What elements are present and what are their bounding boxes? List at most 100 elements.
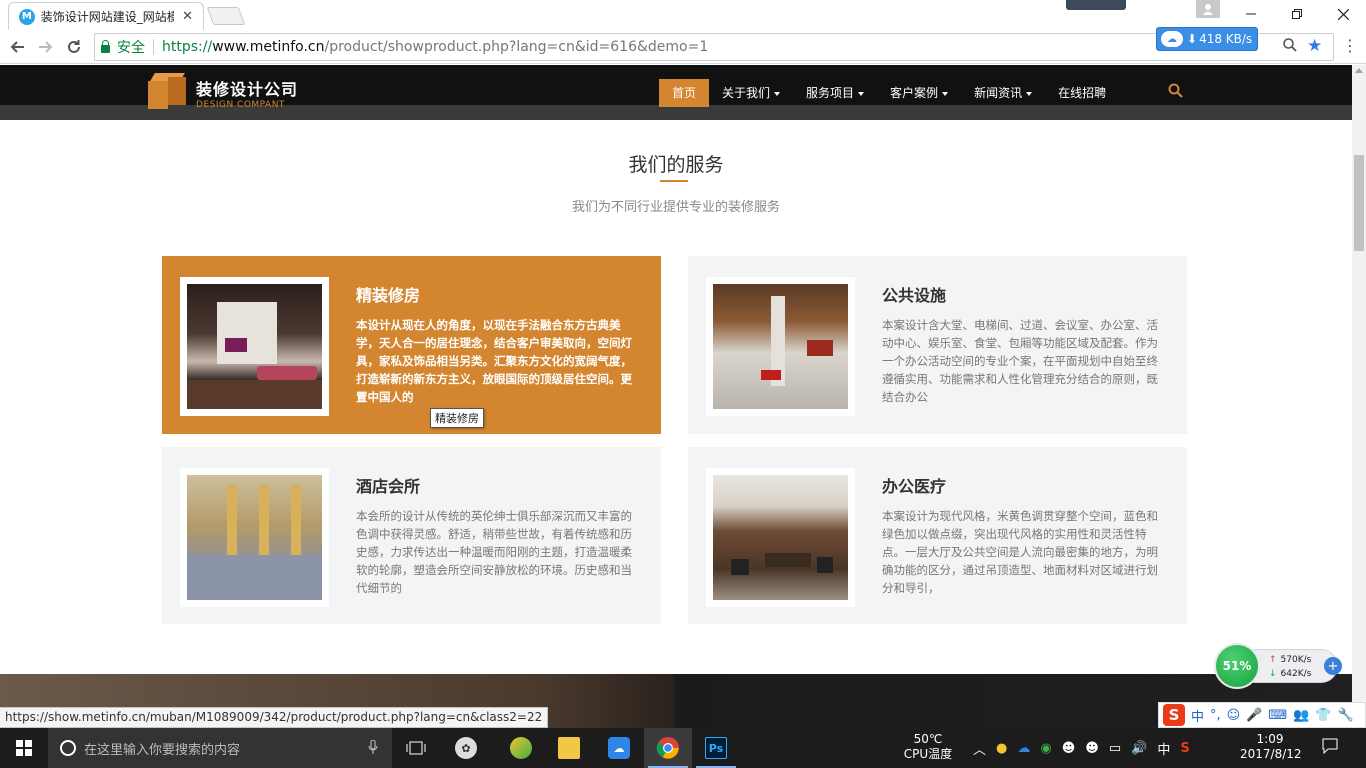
tray-expand-icon[interactable]: ︿ (973, 739, 986, 758)
url-host: www.metinfo.cn (212, 39, 325, 55)
user-icon[interactable]: 👥 (1293, 708, 1309, 723)
skin-icon[interactable]: 👕 (1315, 708, 1331, 723)
scrollbar-thumb[interactable] (1354, 155, 1364, 251)
nav-item-home[interactable]: 首页 (659, 79, 710, 107)
settings-wrench-icon[interactable]: 🔧 (1338, 708, 1354, 723)
speed-arrow-icon: ⬇ (1187, 32, 1198, 46)
cpu-temperature[interactable]: 50℃ CPU温度 (896, 732, 960, 762)
nav-item-jobs[interactable]: 在线招聘 (1045, 79, 1119, 107)
address-bar[interactable]: 安全 https://www.metinfo.cn/product/showpr… (94, 33, 1334, 61)
logo-title: 装修设计公司 (196, 80, 299, 99)
service-card-hotel[interactable]: 酒店会所 本会所的设计从传统的英伦绅士俱乐部深沉而又丰富的色调中获得灵感。舒适，… (162, 447, 661, 624)
site-logo[interactable]: 装修设计公司 DESIGN COMPANT (148, 73, 298, 115)
secure-indicator[interactable]: 安全 (101, 37, 145, 57)
link-status-bar: https://show.metinfo.cn/muban/M1089009/3… (0, 707, 549, 728)
zoom-icon[interactable] (1283, 38, 1297, 56)
forward-arrow-icon[interactable] (35, 36, 57, 58)
card-title[interactable]: 公共设施 (882, 282, 946, 306)
download-speed: 418 KB/s (1199, 32, 1253, 46)
tray-cloud-icon[interactable]: ☁ (1017, 741, 1030, 756)
nav-item-news[interactable]: 新闻资讯 (961, 79, 1045, 107)
search-icon[interactable] (1168, 83, 1183, 98)
start-button[interactable] (0, 728, 48, 768)
url-scheme: https:// (162, 39, 213, 55)
memory-usage-gauge[interactable]: 51% (1214, 643, 1260, 689)
living-room-image (187, 284, 322, 409)
service-card-public[interactable]: 公共设施 本案设计含大堂、电梯间、过道、会议室、办公室、活动中心、娱乐室、食堂、… (688, 256, 1187, 434)
keyboard-icon[interactable]: ⌨ (1268, 708, 1287, 723)
tray-penguin2-icon[interactable]: ☻ (1085, 741, 1099, 756)
download-speed-widget[interactable]: ☁ ⬇ 418 KB/s (1156, 27, 1258, 51)
voice-icon[interactable]: 🎤 (1246, 708, 1262, 723)
logo-cube-icon (148, 73, 186, 115)
ime-toolbar: S 中 °, ☺ 🎤 ⌨ 👥 👕 🔧 (1158, 702, 1366, 728)
ime-mode-icon[interactable]: 中 (1191, 706, 1204, 725)
tab-title: 装饰设计网站建设_网站模 (40, 10, 175, 24)
system-tray: ︿ ● ☁ ◉ ☻ ☻ ▭ 🔊 中 S (968, 728, 1195, 768)
restore-icon[interactable] (1274, 0, 1320, 28)
network-monitor-widget[interactable]: ↑ 570K/s ↓ 642K/s 51% + (1212, 643, 1342, 689)
service-image-frame[interactable] (706, 468, 855, 607)
nav-item-services[interactable]: 服务项目 (793, 79, 877, 107)
main-nav: 首页 关于我们 服务项目 客户案例 新闻资讯 在线招聘 (659, 79, 1119, 107)
profile-avatar-icon[interactable] (1196, 0, 1220, 18)
service-card-decoration[interactable]: 精装修房 本设计从现在人的角度，以现在手法融合东方古典美学，天人合一的居住理念，… (162, 256, 661, 434)
tray-penguin-icon[interactable]: ☻ (1062, 741, 1076, 756)
taskbar-search[interactable]: 在这里输入你要搜索的内容 (48, 728, 392, 768)
scroll-up-icon[interactable] (1355, 68, 1363, 73)
reload-icon[interactable] (63, 36, 85, 58)
service-image-frame[interactable] (180, 277, 329, 416)
card-description: 本会所的设计从传统的英伦绅士俱乐部深沉而又丰富的色调中获得灵感。舒适，稍带些世故… (356, 509, 632, 595)
task-view-icon[interactable] (392, 728, 440, 768)
system-clock[interactable]: 1:09 2017/8/12 (1240, 732, 1302, 762)
tray-app-icon[interactable]: ● (996, 741, 1007, 756)
card-title[interactable]: 办公医疗 (882, 473, 946, 497)
secure-label: 安全 (117, 40, 145, 56)
microphone-icon[interactable] (368, 739, 378, 759)
boost-plus-icon[interactable]: + (1324, 657, 1342, 675)
sogou-logo-icon[interactable]: S (1163, 704, 1185, 726)
back-arrow-icon[interactable] (6, 36, 28, 58)
section-title: 我们的服务 (628, 154, 724, 176)
windows-taskbar: 在这里输入你要搜索的内容 ✿ ☁ Ps 50℃ CPU温度 ︿ ● ☁ ◉ ☻ … (0, 728, 1366, 768)
cortana-icon (60, 740, 76, 756)
input-language[interactable]: 中 (1157, 739, 1170, 758)
notification-center-icon[interactable] (1322, 738, 1338, 758)
emoji-icon[interactable]: ☺ (1227, 708, 1241, 723)
card-title[interactable]: 精装修房 (356, 282, 420, 306)
baidu-cloud-icon[interactable]: ☁ (595, 728, 643, 768)
page-scrollbar[interactable] (1352, 65, 1366, 728)
services-section: 我们的服务 我们为不同行业提供专业的装修服务 精装修房 本设计从现在人的角度，以… (0, 120, 1352, 674)
service-card-office[interactable]: 办公医疗 本案设计为现代风格，米黄色调贯穿整个空间，蓝色和绿色加以做点缀，突出现… (688, 447, 1187, 624)
nav-item-cases[interactable]: 客户案例 (877, 79, 961, 107)
pinwheel-app-icon[interactable]: ✿ (442, 728, 490, 768)
office-room-image (713, 475, 848, 600)
chrome-icon[interactable] (644, 728, 692, 768)
service-image-frame[interactable] (706, 277, 855, 416)
new-tab-button[interactable] (206, 7, 246, 25)
tray-browser-icon[interactable]: ◉ (1040, 741, 1051, 756)
service-image-frame[interactable] (180, 468, 329, 607)
hardware-monitor-widget (1066, 0, 1126, 10)
punctuation-icon[interactable]: °, (1210, 708, 1221, 723)
photoshop-icon[interactable]: Ps (692, 728, 740, 768)
url-path: /product/showproduct.php?lang=cn&id=616&… (324, 39, 709, 55)
browser-tabstrip: M 装饰设计网站建设_网站模 ✕ (0, 0, 1366, 30)
windows-logo-icon (16, 740, 32, 756)
clock-time: 1:09 (1256, 732, 1284, 746)
card-title[interactable]: 酒店会所 (356, 473, 420, 497)
battery-icon[interactable]: ▭ (1109, 741, 1121, 756)
file-explorer-icon[interactable] (545, 728, 593, 768)
nav-item-about[interactable]: 关于我们 (709, 79, 793, 107)
color-app-icon[interactable] (497, 728, 545, 768)
tab-close-icon[interactable]: ✕ (182, 9, 193, 24)
volume-icon[interactable]: 🔊 (1131, 741, 1147, 756)
card-description: 本案设计含大堂、电梯间、过道、会议室、办公室、活动中心、娱乐室、食堂、包厢等功能… (882, 318, 1158, 404)
sogou-tray-icon[interactable]: S (1180, 741, 1189, 756)
browser-menu-icon[interactable]: ⋮ (1342, 36, 1358, 55)
caret-down-icon (1026, 91, 1033, 96)
minimize-icon[interactable] (1228, 0, 1274, 28)
bookmark-star-icon[interactable]: ★ (1307, 36, 1322, 56)
close-window-icon[interactable] (1320, 0, 1366, 28)
browser-tab[interactable]: M 装饰设计网站建设_网站模 ✕ (8, 2, 204, 30)
